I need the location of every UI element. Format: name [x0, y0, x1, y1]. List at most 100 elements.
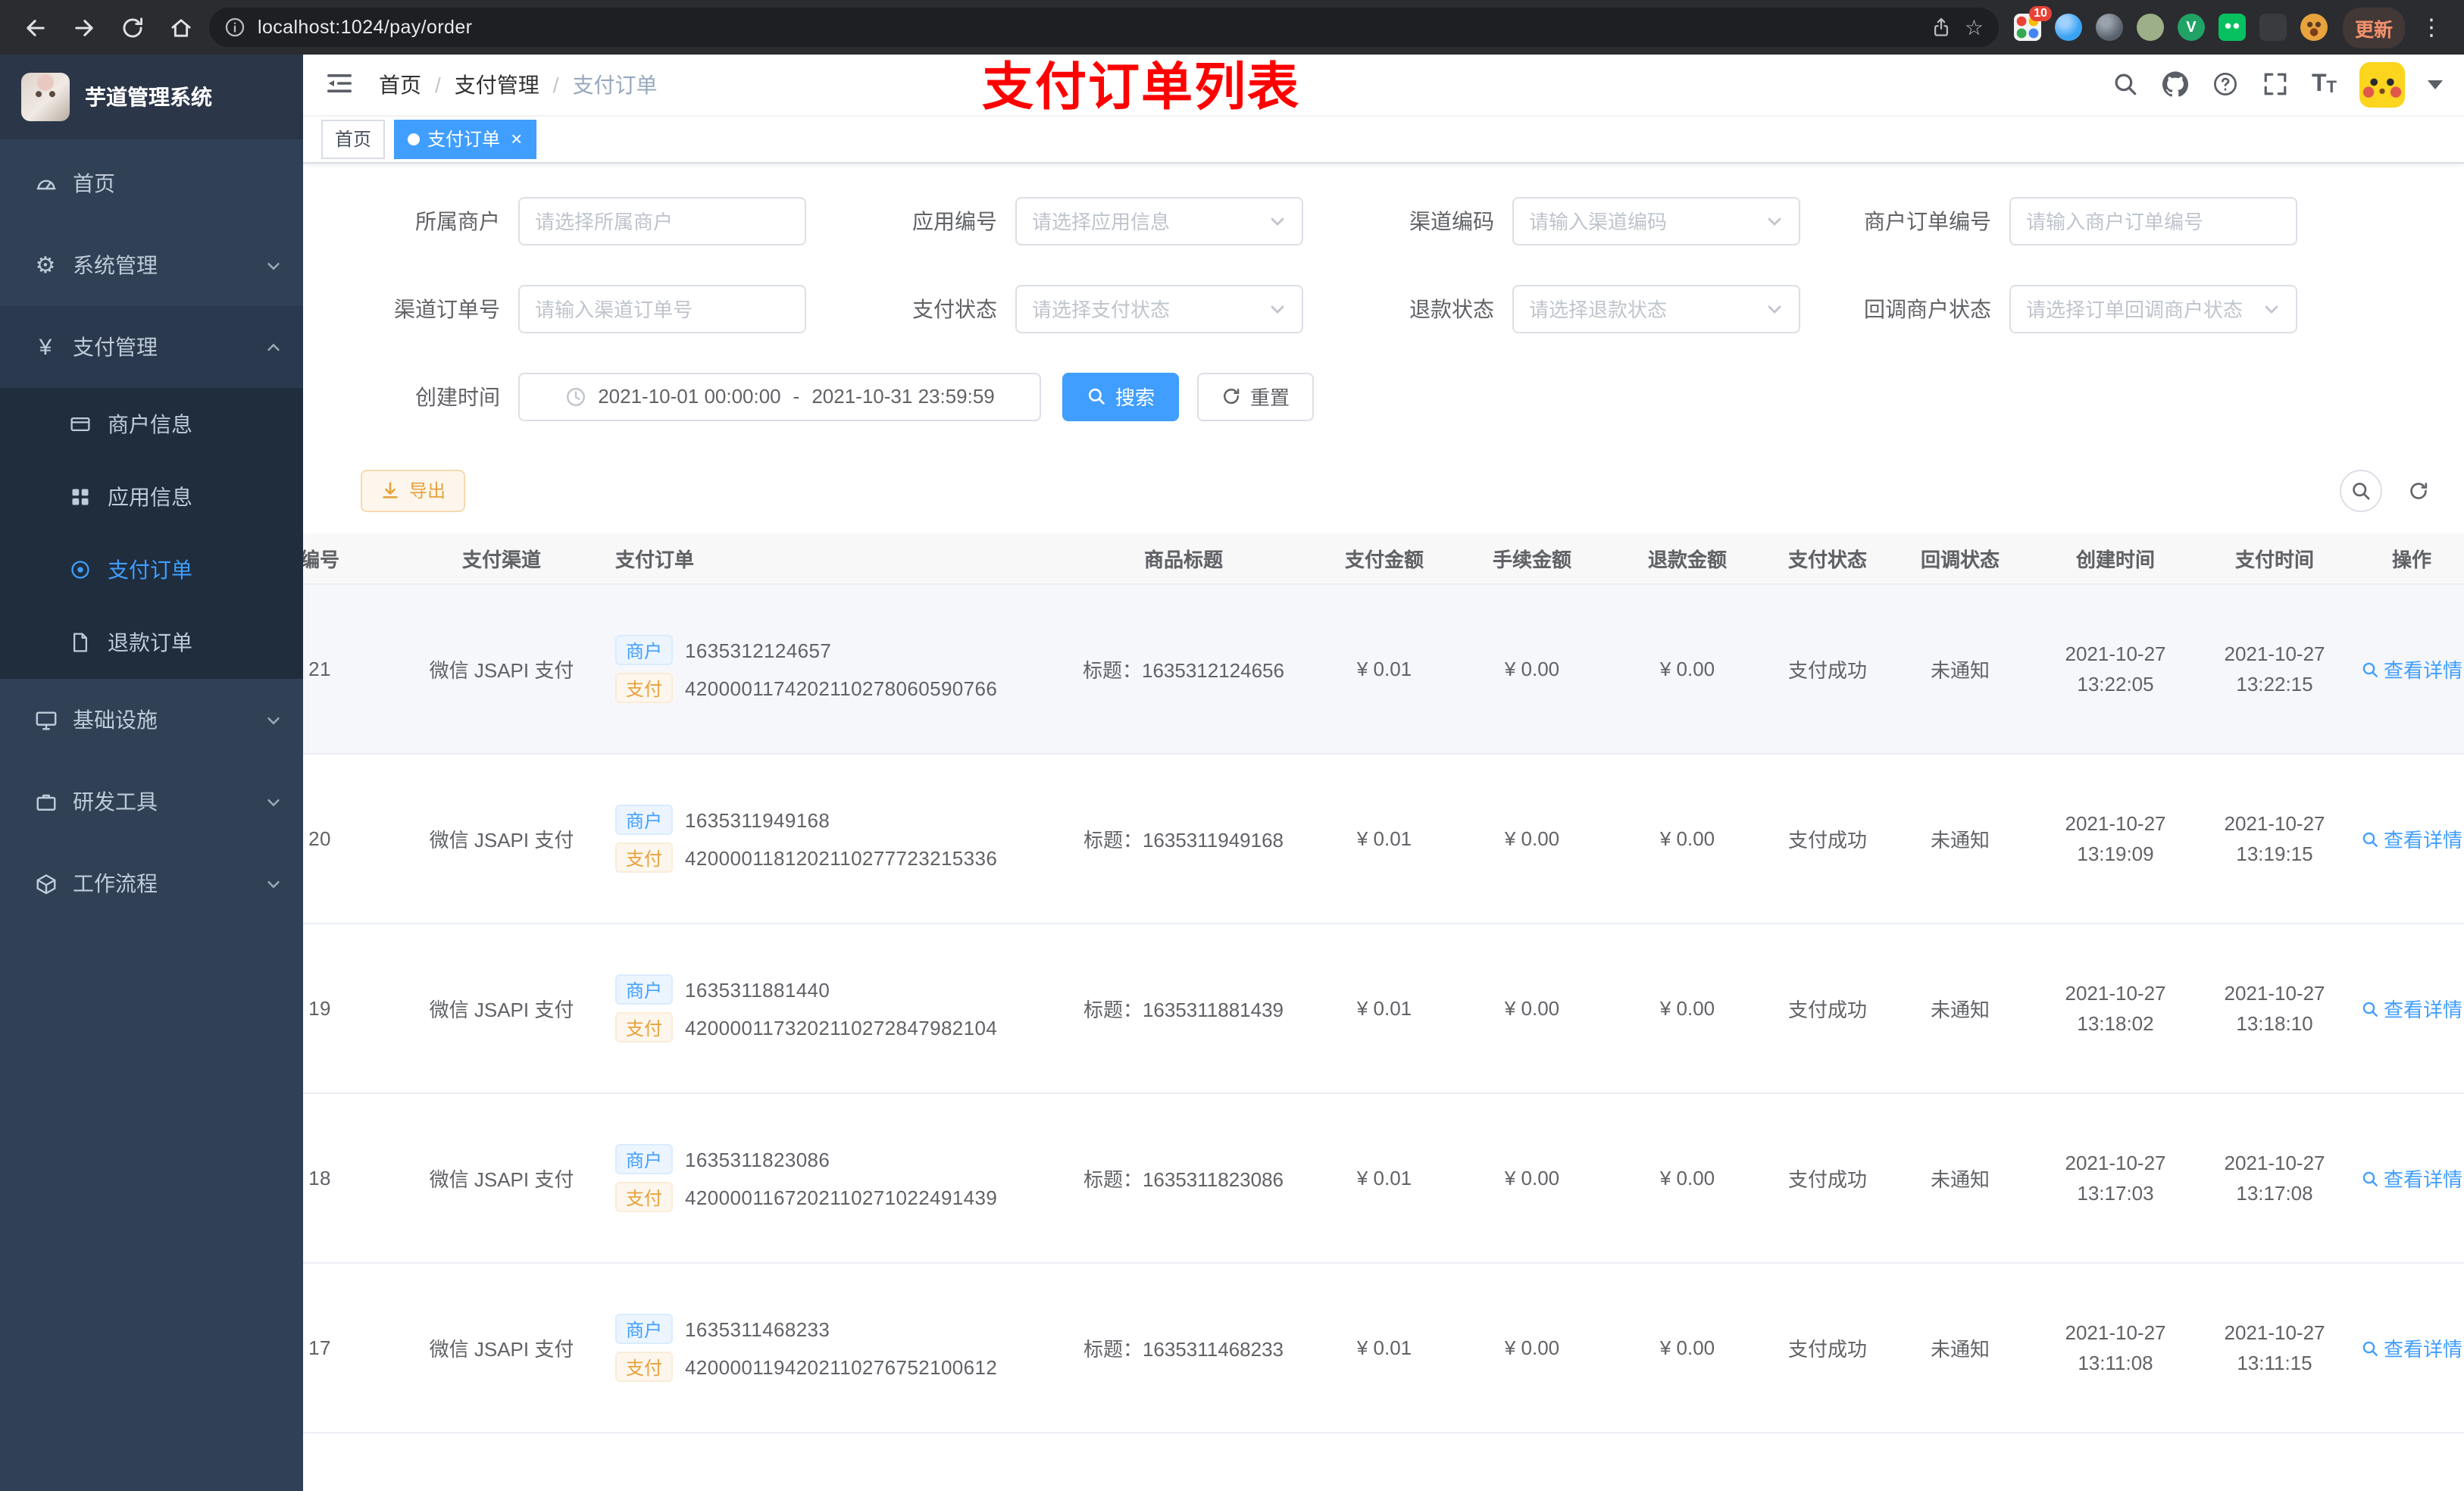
- caret-down-icon[interactable]: [2428, 80, 2443, 89]
- chevron-down-icon: [267, 798, 280, 806]
- browser-update-button[interactable]: 更新: [2342, 7, 2405, 48]
- sidebar-item-dev-tools[interactable]: 研发工具: [0, 761, 303, 842]
- create-time-cell: 2021-10-27 13:19:09: [2032, 754, 2199, 925]
- tab-close-icon[interactable]: ×: [511, 129, 522, 148]
- help-icon[interactable]: [2212, 71, 2239, 98]
- field-label: 渠道编码: [1409, 208, 1494, 233]
- github-icon[interactable]: [2162, 71, 2189, 98]
- sidebar-item-refund-order[interactable]: 退款订单: [0, 606, 303, 679]
- reset-button[interactable]: 重置: [1197, 372, 1315, 421]
- breadcrumb-item-home[interactable]: 首页: [379, 70, 421, 100]
- profile-avatar-icon[interactable]: [2300, 14, 2328, 41]
- merchant-input[interactable]: 请选择所属商户: [518, 196, 806, 245]
- share-icon[interactable]: [1931, 17, 1953, 38]
- view-detail-link[interactable]: 查看详情: [2361, 1334, 2462, 1363]
- logo-row[interactable]: 芋道管理系统: [0, 55, 303, 139]
- sidebar-item-workflow[interactable]: 工作流程: [0, 842, 303, 924]
- column-header-create-time: 创建时间: [2032, 533, 2199, 586]
- view-detail-link[interactable]: 查看详情: [2361, 655, 2462, 684]
- extension-strip: 10 V: [2008, 6, 2334, 41]
- date-start: 2021-10-01 00:00:00: [598, 385, 781, 408]
- table-search-toggle-button[interactable]: [2340, 469, 2382, 512]
- sidebar-item-infrastructure[interactable]: 基础设施: [0, 679, 303, 761]
- order-id-cell: 19: [303, 924, 403, 1095]
- column-header-refund-amount: 退款金额: [1608, 533, 1767, 586]
- merchant-order-no-input[interactable]: 请输入商户订单编号: [2009, 196, 2297, 245]
- site-info-icon[interactable]: [224, 17, 245, 38]
- sidebar-item-payment[interactable]: ¥ 支付管理: [0, 306, 303, 388]
- order-no-cell: 商户 1635311823086 支付 42000011672021102710…: [600, 1093, 1055, 1264]
- extension-v-icon[interactable]: V: [2177, 14, 2205, 41]
- card-icon: [70, 413, 92, 436]
- search-icon[interactable]: [2112, 71, 2139, 98]
- extension-sphere-icon[interactable]: [2095, 14, 2123, 41]
- pay-status-select[interactable]: 请选择支付状态: [1015, 284, 1303, 333]
- extension-drop-icon[interactable]: [2054, 14, 2082, 41]
- table-toolbar: 导出: [303, 461, 2464, 512]
- sidebar-item-merchant-info[interactable]: 商户信息: [0, 388, 303, 461]
- address-bar[interactable]: localhost:1024/pay/order ☆: [209, 8, 1999, 47]
- table-row[interactable]: 17 微信 JSAPI 支付 商户 1635311468233 支付 42000…: [303, 1263, 2464, 1434]
- notify-status-cell: 未通知: [1888, 754, 2032, 925]
- search-button[interactable]: 搜索: [1062, 372, 1180, 421]
- url-text[interactable]: localhost:1024/pay/order: [258, 17, 1919, 38]
- extension-chat-icon[interactable]: [2218, 14, 2246, 41]
- extension-grid-icon[interactable]: 10: [2013, 6, 2052, 41]
- tab-pay-order[interactable]: 支付订单 ×: [394, 119, 536, 159]
- search-icon: [2362, 832, 2378, 847]
- merchant-order-no: 1635311881440: [685, 978, 830, 1002]
- extensions-puzzle-icon[interactable]: [2259, 14, 2287, 41]
- chevron-down-icon: [267, 880, 280, 888]
- view-detail-link[interactable]: 查看详情: [2361, 995, 2462, 1024]
- fee-amount-cell: ¥ 0.00: [1456, 754, 1608, 925]
- reload-icon[interactable]: [112, 8, 152, 47]
- pay-tag: 支付: [615, 1352, 674, 1383]
- table-row-partial[interactable]: 商户 1635311951796: [303, 1433, 2464, 1491]
- view-detail-link[interactable]: 查看详情: [2361, 1164, 2462, 1193]
- view-detail-link[interactable]: 查看详情: [2361, 825, 2462, 854]
- back-icon[interactable]: [15, 8, 55, 47]
- channel-code-select[interactable]: 请输入渠道编码: [1512, 196, 1800, 245]
- refund-status-select[interactable]: 请选择退款状态: [1512, 284, 1800, 333]
- grid-icon: [70, 486, 92, 508]
- home-icon[interactable]: [161, 8, 200, 47]
- sidebar-item-app-info[interactable]: 应用信息: [0, 461, 303, 533]
- refund-amount-cell: ¥ 0.00: [1608, 924, 1767, 1095]
- user-avatar[interactable]: [2359, 61, 2405, 108]
- sidebar-item-home[interactable]: 首页: [0, 142, 303, 224]
- app-select[interactable]: 请选择应用信息: [1015, 196, 1303, 245]
- sidebar-item-system[interactable]: ⚙ 系统管理: [0, 224, 303, 306]
- channel-order-no-input[interactable]: 请输入渠道订单号: [518, 284, 806, 333]
- table-row[interactable]: 18 微信 JSAPI 支付 商户 1635311823086 支付 42000…: [303, 1093, 2464, 1264]
- sidebar-item-pay-order[interactable]: 支付订单: [0, 533, 303, 606]
- notify-status-select[interactable]: 请选择订单回调商户状态: [2009, 284, 2297, 333]
- actions-cell: 查看详情: [2350, 754, 2464, 925]
- forward-icon[interactable]: [64, 8, 103, 47]
- create-time-range-input[interactable]: 2021-10-01 00:00:00 - 2021-10-31 23:59:5…: [518, 372, 1041, 421]
- export-button[interactable]: 导出: [361, 469, 466, 512]
- font-size-icon[interactable]: TT: [2312, 72, 2337, 97]
- breadcrumb-item-payment[interactable]: 支付管理: [455, 70, 539, 100]
- chevron-down-icon: [2265, 305, 2278, 314]
- pay-status-cell: 支付成功: [1767, 924, 1888, 1095]
- browser-menu-icon[interactable]: ⋮: [2414, 14, 2449, 41]
- bookmark-star-icon[interactable]: ☆: [1965, 17, 1984, 38]
- channel-cell: 微信 JSAPI 支付: [403, 1263, 600, 1434]
- order-no-cell: 商户 1635311949168 支付 42000011812021102777…: [600, 754, 1055, 925]
- merchant-tag: 商户: [615, 635, 674, 666]
- pay-time-cell: 2021-10-27 13:19:15: [2199, 754, 2350, 925]
- fee-amount-cell: ¥ 0.00: [1456, 924, 1608, 1095]
- pay-time-cell: 2021-10-27 13:22:15: [2199, 584, 2350, 755]
- chevron-down-icon: [267, 261, 280, 270]
- fullscreen-icon[interactable]: [2262, 71, 2289, 98]
- tab-home[interactable]: 首页: [321, 119, 386, 159]
- table-row[interactable]: 20 微信 JSAPI 支付 商户 1635311949168 支付 42000…: [303, 754, 2464, 925]
- extension-circle-icon[interactable]: [2136, 14, 2164, 41]
- notify-status-cell: 未通知: [1888, 1263, 2032, 1434]
- sidebar-item-label: 系统管理: [73, 253, 158, 277]
- table-row[interactable]: 19 微信 JSAPI 支付 商户 1635311881440 支付 42000…: [303, 924, 2464, 1095]
- table-row[interactable]: 21 微信 JSAPI 支付 商户 1635312124657 支付 42000…: [303, 584, 2464, 755]
- hamburger-icon[interactable]: [324, 68, 358, 102]
- title-cell: 标题：1635311468233: [1055, 1263, 1312, 1434]
- table-refresh-button[interactable]: [2397, 469, 2440, 512]
